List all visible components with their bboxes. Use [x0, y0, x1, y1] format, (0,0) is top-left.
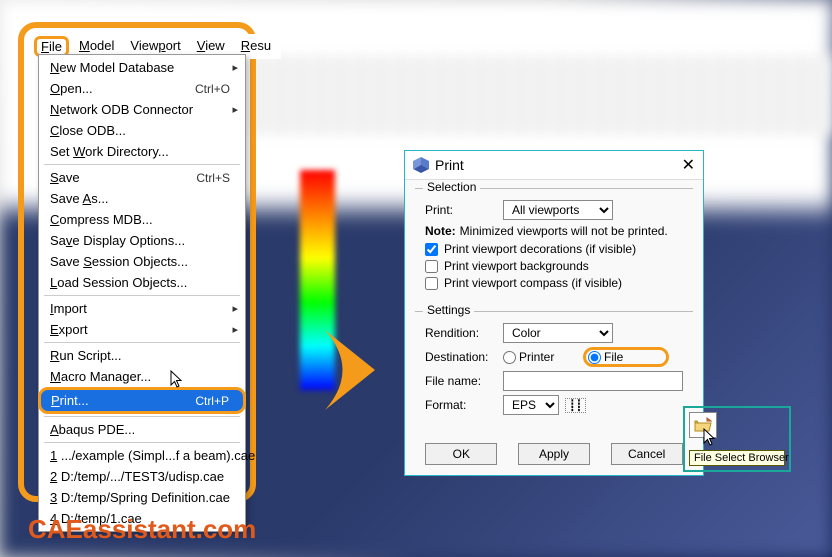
settings-group: Settings Rendition: Color Destination: P…: [415, 311, 693, 429]
menu-item[interactable]: Close ODB...: [40, 120, 244, 141]
menu-item[interactable]: Macro Manager...: [40, 366, 244, 387]
apply-button[interactable]: Apply: [518, 443, 590, 465]
selection-legend: Selection: [423, 180, 480, 194]
menu-item[interactable]: Import: [40, 298, 244, 319]
file-browse-button[interactable]: [689, 412, 717, 438]
menu-item[interactable]: Save Session Objects...: [40, 251, 244, 272]
abaqus-logo-icon: [413, 157, 429, 173]
menu-item[interactable]: Compress MDB...: [40, 209, 244, 230]
cancel-button[interactable]: Cancel: [611, 443, 683, 465]
menu-item[interactable]: SaveCtrl+S: [40, 167, 244, 188]
close-button[interactable]: ✕: [682, 155, 695, 175]
checkbox-backgrounds[interactable]: Print viewport backgrounds: [425, 259, 683, 273]
watermark: CAEassistant.com: [28, 514, 256, 545]
destination-printer-radio[interactable]: Printer: [503, 350, 575, 364]
checkbox-decorations[interactable]: Print viewport decorations (if visible): [425, 242, 683, 256]
separator: [44, 442, 240, 443]
dialog-title: Print: [435, 157, 464, 173]
annotation-highlight-file: File: [583, 347, 669, 367]
menu-item[interactable]: Run Script...: [40, 345, 244, 366]
format-label: Format:: [425, 398, 497, 412]
folder-open-icon: [694, 417, 712, 433]
menu-item[interactable]: Load Session Objects...: [40, 272, 244, 293]
annotation-highlight-browse: File Select Browser: [683, 406, 791, 472]
separator: [44, 295, 240, 296]
menu-item[interactable]: Print...Ctrl+P: [38, 387, 246, 414]
print-viewports-select[interactable]: All viewports: [503, 200, 613, 220]
destination-label: Destination:: [425, 350, 497, 364]
menu-item[interactable]: 2 D:/temp/.../TEST3/udisp.cae: [40, 466, 244, 487]
print-dialog: Print ✕ Selection Print: All viewports N…: [404, 150, 704, 476]
annotation-arrow-icon: [320, 320, 380, 423]
separator: [44, 164, 240, 165]
note-label: Note:: [425, 224, 456, 238]
menu-item[interactable]: 1 .../example (Simpl...f a beam).cae: [40, 445, 244, 466]
settings-legend: Settings: [423, 303, 474, 317]
menu-item[interactable]: New Model Database: [40, 57, 244, 78]
menu-item[interactable]: Save As...: [40, 188, 244, 209]
print-label: Print:: [425, 203, 497, 217]
file-menu-dropdown: New Model DatabaseOpen...Ctrl+ONetwork O…: [38, 54, 246, 532]
note-text: Minimized viewports will not be printed.: [460, 224, 668, 238]
filename-input[interactable]: [503, 371, 683, 391]
rendition-select[interactable]: Color: [503, 323, 613, 343]
menu-item[interactable]: Open...Ctrl+O: [40, 78, 244, 99]
menu-item[interactable]: Save Display Options...: [40, 230, 244, 251]
destination-file-radio[interactable]: File: [588, 350, 660, 364]
selection-group: Selection Print: All viewports Note: Min…: [415, 188, 693, 303]
menu-item[interactable]: Set Work Directory...: [40, 141, 244, 162]
checkbox-compass[interactable]: Print viewport compass (if visible): [425, 276, 683, 290]
separator: [44, 342, 240, 343]
menu-item[interactable]: Export: [40, 319, 244, 340]
menu-item[interactable]: 3 D:/temp/Spring Definition.cae: [40, 487, 244, 508]
menu-item[interactable]: Abaqus PDE...: [40, 419, 244, 440]
file-browse-tooltip: File Select Browser: [689, 450, 785, 466]
rendition-label: Rendition:: [425, 326, 497, 340]
ok-button[interactable]: OK: [425, 443, 497, 465]
filename-label: File name:: [425, 374, 497, 388]
separator: [44, 416, 240, 417]
dialog-titlebar: Print ✕: [405, 151, 703, 180]
menu-item[interactable]: Network ODB Connector: [40, 99, 244, 120]
format-select[interactable]: EPS: [503, 395, 559, 415]
format-options-icon[interactable]: ┋┋: [565, 398, 586, 413]
